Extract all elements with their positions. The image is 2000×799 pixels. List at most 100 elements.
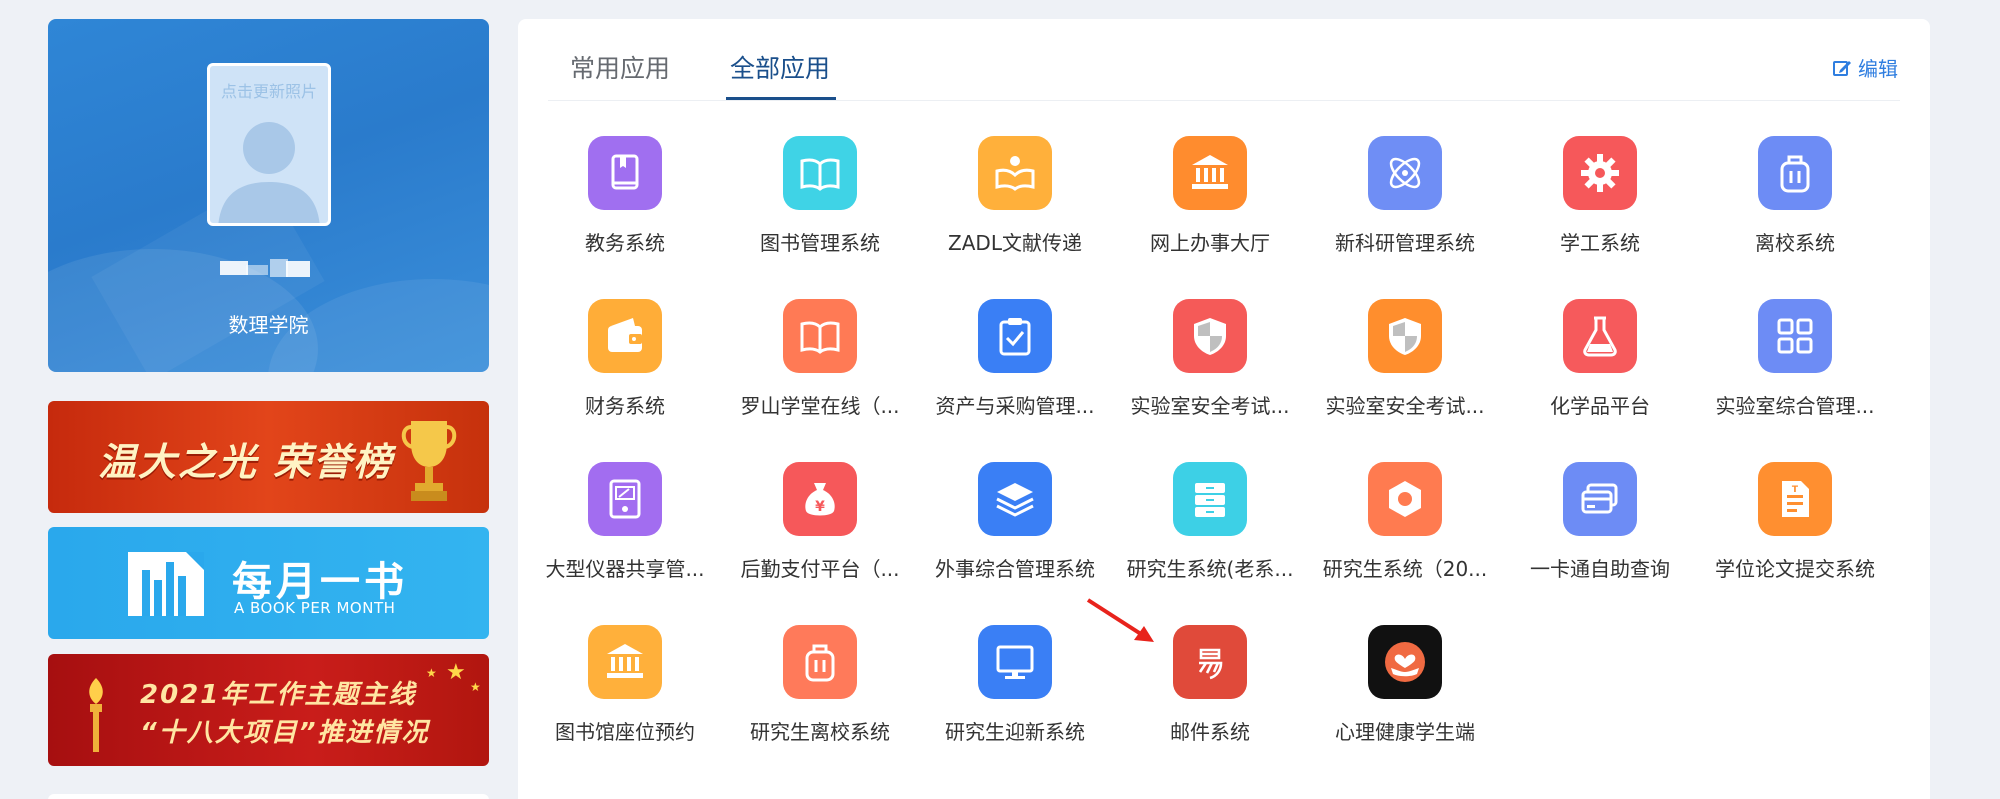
heart-hand-icon: [1368, 625, 1442, 699]
luggage-icon: [783, 625, 857, 699]
app-tile[interactable]: 实验室安全考试...: [1123, 280, 1297, 420]
app-tile[interactable]: 学工系统: [1513, 117, 1687, 257]
user-name-redacted: [220, 257, 316, 279]
grid-icon: [1758, 299, 1832, 373]
app-tabs: 常用应用 全部应用 编辑: [548, 19, 1900, 101]
book-per-month-banner[interactable]: 每月一书 A BOOK PER MONTH: [48, 527, 489, 639]
profile-photo-button[interactable]: 点击更新照片: [207, 63, 331, 226]
app-label: 财务系统: [585, 394, 665, 418]
open-book-icon: [783, 136, 857, 210]
app-tile[interactable]: 一卡通自助查询: [1513, 443, 1687, 583]
clipboard-check-icon: [978, 299, 1052, 373]
app-label: 大型仪器共享管...: [545, 557, 705, 581]
department-name: 数理学院: [228, 313, 309, 337]
app-tile[interactable]: 罗山学堂在线（...: [733, 280, 907, 420]
app-tile[interactable]: ZADL文献传递: [928, 117, 1102, 257]
open-book-icon: [783, 299, 857, 373]
app-tile[interactable]: 网上办事大厅: [1123, 117, 1297, 257]
app-tile[interactable]: 外事综合管理系统: [928, 443, 1102, 583]
app-label: 实验室安全考试...: [1325, 394, 1485, 418]
app-tile[interactable]: 离校系统: [1708, 117, 1882, 257]
app-tile[interactable]: 研究生系统(老系...: [1123, 443, 1297, 583]
app-tile[interactable]: T 学位论文提交系统: [1708, 443, 1882, 583]
app-label: 心理健康学生端: [1335, 720, 1475, 744]
luggage-icon: [1758, 136, 1832, 210]
app-tile[interactable]: 实验室综合管理...: [1708, 280, 1882, 420]
work-banner-line1: 2021年工作主题主线: [140, 680, 417, 710]
book-icon: [588, 136, 662, 210]
atom-icon: [1368, 136, 1442, 210]
tab-all-apps[interactable]: 全部应用: [730, 49, 830, 85]
app-tile[interactable]: 实验室安全考试...: [1318, 280, 1492, 420]
app-tile[interactable]: 教务系统: [538, 117, 712, 257]
annotation-arrow-icon: [1086, 598, 1154, 642]
app-label: 研究生系统（20...: [1322, 557, 1488, 581]
cards-icon: [1563, 462, 1637, 536]
hexagon-icon: [1368, 462, 1442, 536]
app-label: 化学品平台: [1550, 394, 1650, 418]
app-tile[interactable]: 资产与采购管理...: [928, 280, 1102, 420]
bank-icon: [588, 625, 662, 699]
app-tile[interactable]: 大型仪器共享管...: [538, 443, 712, 583]
document-icon: T: [1758, 462, 1832, 536]
app-tile[interactable]: 化学品平台: [1513, 280, 1687, 420]
profile-card: 点击更新照片 数理学院: [48, 19, 489, 372]
wallet-icon: [588, 299, 662, 373]
app-tile[interactable]: 研究生迎新系统: [928, 606, 1102, 746]
app-label: 实验室安全考试...: [1130, 394, 1290, 418]
honor-roll-banner[interactable]: 温大之光 荣誉榜: [48, 401, 489, 513]
app-label: 邮件系统: [1170, 720, 1250, 744]
honor-banner-title: 温大之光 荣誉榜: [98, 440, 394, 484]
app-label: 图书管理系统: [760, 231, 880, 255]
monitor-icon: [978, 625, 1052, 699]
app-label: 学工系统: [1560, 231, 1640, 255]
edit-button[interactable]: 编辑: [1832, 53, 1898, 82]
book-logo-icon: [128, 552, 204, 616]
app-label: 实验室综合管理...: [1715, 394, 1875, 418]
app-label: 网上办事大厅: [1150, 231, 1270, 255]
app-label: 外事综合管理系统: [935, 557, 1095, 581]
instrument-icon: [588, 462, 662, 536]
app-tile[interactable]: 图书管理系统: [733, 117, 907, 257]
svg-text:T: T: [1792, 485, 1799, 495]
app-label: 离校系统: [1755, 231, 1835, 255]
app-tile[interactable]: 图书馆座位预约: [538, 606, 712, 746]
money-bag-icon: ¥: [783, 462, 857, 536]
avatar-silhouette-icon: [218, 122, 320, 223]
reading-icon: [978, 136, 1052, 210]
star-icon: ★: [470, 680, 481, 694]
app-label: 一卡通自助查询: [1530, 557, 1670, 581]
edit-icon: [1833, 60, 1851, 76]
app-tile[interactable]: ¥ 后勤支付平台（...: [733, 443, 907, 583]
bank-icon: [1173, 136, 1247, 210]
app-label: 罗山学堂在线（...: [740, 394, 900, 418]
app-tile[interactable]: 研究生离校系统: [733, 606, 907, 746]
edit-label: 编辑: [1858, 57, 1898, 81]
trophy-icon: [401, 421, 457, 501]
flask-icon: [1563, 299, 1637, 373]
app-label: 后勤支付平台（...: [740, 557, 900, 581]
torch-icon: [89, 678, 103, 752]
app-tile[interactable]: 心理健康学生端: [1318, 606, 1492, 746]
shield-icon: [1173, 299, 1247, 373]
app-panel: 常用应用 全部应用 编辑 教务系统 图书管理系统 ZADL文献传递 网上办事大厅 新科研…: [518, 19, 1930, 799]
app-tile[interactable]: 研究生系统（20...: [1318, 443, 1492, 583]
book-banner-subtitle: A BOOK PER MONTH: [234, 599, 396, 617]
photo-hint: 点击更新照片: [220, 82, 317, 101]
app-tile[interactable]: 新科研管理系统: [1318, 117, 1492, 257]
lower-card: [48, 794, 489, 799]
work-banner-line2: “十八大项目”推进情况: [140, 718, 430, 748]
app-label: 研究生迎新系统: [945, 720, 1085, 744]
layers-icon: [978, 462, 1052, 536]
app-label: 学位论文提交系统: [1715, 557, 1875, 581]
active-tab-indicator: [726, 97, 836, 100]
app-label: 资产与采购管理...: [935, 394, 1095, 418]
svg-text:¥: ¥: [815, 499, 825, 515]
app-label: 图书馆座位预约: [555, 720, 695, 744]
work-theme-banner[interactable]: 2021年工作主题主线 “十八大项目”推进情况 ★ ★ ★: [48, 654, 489, 766]
app-label: 研究生系统(老系...: [1126, 557, 1294, 581]
app-tile[interactable]: 财务系统: [538, 280, 712, 420]
app-label: 新科研管理系统: [1335, 231, 1475, 255]
tab-common-apps[interactable]: 常用应用: [570, 49, 670, 85]
gear-icon: [1563, 136, 1637, 210]
